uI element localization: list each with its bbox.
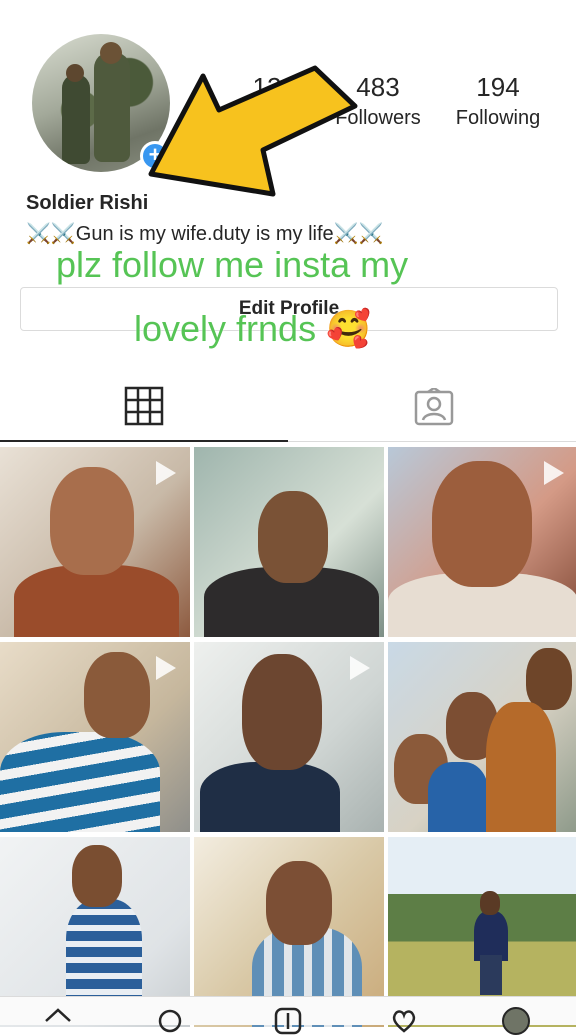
grid-photo[interactable] (0, 447, 190, 637)
grid-photo[interactable] (388, 642, 576, 832)
grid-photo[interactable] (0, 642, 190, 832)
avatar-figure-head (66, 64, 84, 82)
profile-name: Soldier Rishi (26, 192, 149, 214)
avatar-figure (94, 52, 130, 162)
home-icon[interactable] (44, 1007, 72, 1035)
tagged-icon[interactable] (414, 388, 454, 426)
video-icon (350, 656, 370, 680)
grid-photo[interactable] (194, 642, 384, 832)
grid-photo[interactable] (388, 447, 576, 637)
profile-bio: ⚔️⚔️Gun is my wife.duty is my life⚔️⚔️ (26, 223, 384, 245)
grid-photo[interactable] (194, 447, 384, 637)
stat-following[interactable]: 194 Following (446, 72, 550, 130)
avatar-figure-head (100, 42, 122, 64)
avatar-figure (62, 74, 90, 164)
profile-avatar[interactable] (502, 1007, 530, 1035)
stat-following-number: 194 (476, 72, 520, 102)
tab-active-indicator (0, 440, 288, 442)
arrow-icon (148, 65, 358, 197)
video-icon (156, 461, 176, 485)
add-post-icon[interactable] (274, 1007, 302, 1035)
grid-icon[interactable] (124, 386, 164, 426)
bottom-nav (0, 996, 576, 1035)
heart-icon[interactable] (390, 1007, 418, 1035)
search-icon[interactable] (156, 1007, 184, 1035)
video-icon (156, 656, 176, 680)
overlay-caption-line1: plz follow me insta my (56, 244, 409, 285)
overlay-caption-line2: lovely frnds 🥰 (134, 308, 371, 349)
stat-following-label: Following (455, 107, 541, 129)
video-icon (544, 461, 564, 485)
photo-grid (0, 445, 576, 1027)
